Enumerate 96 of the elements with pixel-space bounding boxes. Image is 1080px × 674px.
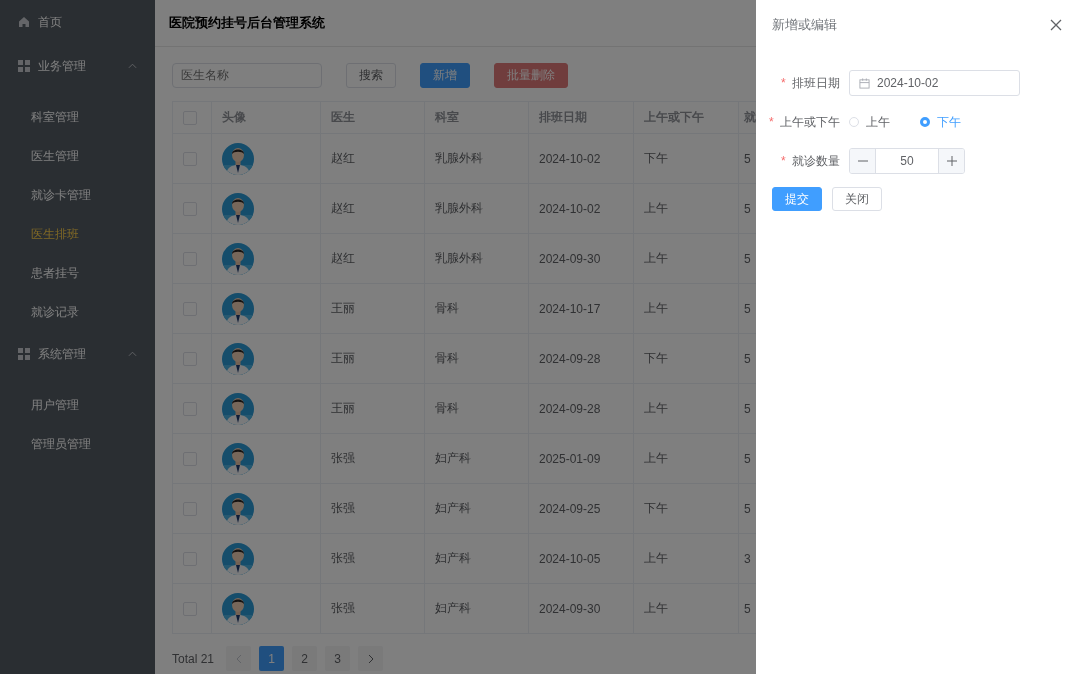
table-cell: 5 (744, 451, 751, 466)
field-label: 排班日期 (792, 75, 840, 90)
department: 乳腺外科 (435, 151, 483, 165)
menu-item[interactable]: 首页 (0, 0, 155, 44)
menu-group[interactable]: 业务管理 (0, 44, 155, 88)
department: 妇产科 (435, 501, 471, 515)
time-period: 上午 (644, 601, 668, 615)
required-mark: * (781, 75, 786, 90)
department: 妇产科 (435, 601, 471, 615)
doctor-name: 张强 (331, 451, 355, 465)
schedule-date: 2024-10-17 (539, 301, 601, 316)
time-period: 下午 (644, 151, 668, 165)
doctor-name: 赵红 (331, 201, 355, 215)
schedule-date: 2024-09-28 (539, 401, 601, 416)
grid-icon (18, 60, 30, 72)
number-field[interactable]: 50 (849, 148, 965, 174)
field-label: 上午或下午 (780, 114, 840, 129)
schedule-date: 2024-09-30 (539, 251, 601, 266)
time-period: 下午 (644, 351, 668, 365)
toolbar-button[interactable]: 搜索 (346, 62, 396, 88)
calendar-icon (859, 77, 870, 89)
department: 骨科 (435, 301, 459, 315)
department: 乳腺外科 (435, 251, 483, 265)
table-cell: 5 (744, 151, 751, 166)
drawer-title: 新增或编辑 (772, 16, 837, 34)
schedule-date: 2024-10-02 (539, 151, 601, 166)
table-cell: 5 (744, 251, 751, 266)
required-mark: * (781, 153, 786, 168)
doctor-name: 王丽 (331, 351, 355, 365)
table-cell: 5 (744, 301, 751, 316)
menu-item[interactable]: 医生管理 (0, 137, 155, 176)
department: 骨科 (435, 401, 459, 415)
schedule-date: 2025-01-09 (539, 451, 601, 466)
page-button[interactable]: 1 (259, 646, 285, 671)
schedule-date: 2024-09-28 (539, 351, 601, 366)
time-period: 下午 (644, 501, 668, 515)
doctor-name: 赵红 (331, 151, 355, 165)
department: 乳腺外科 (435, 201, 483, 215)
form-button[interactable]: 关闭 (832, 187, 882, 211)
next-page-button[interactable] (358, 646, 384, 671)
minus-icon[interactable] (850, 149, 876, 173)
search-field[interactable]: 医生名称 (172, 62, 322, 88)
page-button[interactable]: 3 (325, 646, 351, 671)
chevron-icon (128, 351, 137, 357)
department: 骨科 (435, 351, 459, 365)
grid-icon (18, 348, 30, 360)
doctor-name: 赵红 (331, 251, 355, 265)
schedule-date: 2024-09-30 (539, 601, 601, 616)
doctor-name: 王丽 (331, 401, 355, 415)
chevron-left-icon (235, 653, 242, 664)
time-period: 上午 (644, 201, 668, 215)
doctor-name: 张强 (331, 551, 355, 565)
menu-group-label: 系统管理 (38, 345, 87, 363)
home-icon (18, 16, 30, 28)
table-cell: 5 (744, 401, 751, 416)
table-cell: 5 (744, 201, 751, 216)
department: 妇产科 (435, 451, 471, 465)
required-mark: * (769, 114, 774, 129)
menu-group[interactable]: 系统管理 (0, 332, 155, 376)
menu-group-label: 业务管理 (38, 57, 87, 75)
menu-item[interactable]: 患者挂号 (0, 254, 155, 293)
table-cell: 5 (744, 351, 751, 366)
table-cell: 5 (744, 501, 751, 516)
menu-item[interactable]: 就诊记录 (0, 293, 155, 332)
plus-icon[interactable] (938, 149, 964, 173)
time-period: 上午 (644, 451, 668, 465)
date-field[interactable]: 2024-10-02 (849, 70, 1020, 96)
time-period: 上午 (644, 551, 668, 565)
close-icon[interactable] (1050, 19, 1062, 31)
menu-item[interactable]: 就诊卡管理 (0, 176, 155, 215)
menu-item[interactable]: 用户管理 (0, 386, 155, 425)
department: 妇产科 (435, 551, 471, 565)
time-period: 上午 (644, 251, 668, 265)
schedule-date: 2024-10-02 (539, 201, 601, 216)
table-cell: 3 (744, 551, 751, 566)
menu-item[interactable]: 管理员管理 (0, 425, 155, 464)
doctor-name: 张强 (331, 601, 355, 615)
time-period: 上午 (644, 301, 668, 315)
toolbar-button[interactable]: 新增 (420, 62, 470, 88)
schedule-date: 2024-09-25 (539, 501, 601, 516)
doctor-name: 张强 (331, 501, 355, 515)
table-cell: 5 (744, 601, 751, 616)
app-title: 医院预约挂号后台管理系统 (169, 14, 325, 32)
schedule-date: 2024-10-05 (539, 551, 601, 566)
menu-item[interactable]: 科室管理 (0, 98, 155, 137)
total-count: Total 21 (172, 651, 215, 666)
menu-item[interactable]: 医生排班 (0, 215, 155, 254)
page-button[interactable]: 2 (292, 646, 318, 671)
radio-option[interactable]: 下午 (920, 113, 961, 131)
chevron-icon (128, 63, 137, 69)
doctor-name: 王丽 (331, 301, 355, 315)
form-button[interactable]: 提交 (772, 187, 822, 211)
field-label: 就诊数量 (792, 153, 840, 168)
time-period: 上午 (644, 401, 668, 415)
radio-option[interactable]: 上午 (849, 113, 890, 131)
chevron-right-icon (367, 653, 374, 664)
